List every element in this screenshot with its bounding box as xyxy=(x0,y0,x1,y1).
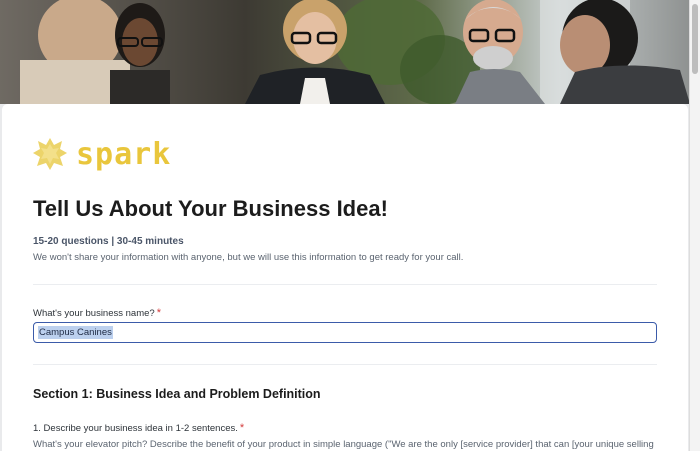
section-title: Section 1: Business Idea and Problem Def… xyxy=(33,387,321,401)
form-card: spark Tell Us About Your Business Idea! … xyxy=(2,104,688,451)
page-scrollbar[interactable] xyxy=(689,0,700,451)
header-banner-image xyxy=(0,0,700,104)
brand-wordmark: spark xyxy=(76,136,172,172)
form-duration: 15-20 questions | 30-45 minutes xyxy=(33,236,184,247)
brand-logo: spark xyxy=(32,134,171,174)
spark-logo-icon xyxy=(33,138,67,170)
scrollbar-thumb[interactable] xyxy=(692,4,698,74)
business-name-value: Campus Canines xyxy=(38,326,113,339)
business-name-input[interactable]: Campus Canines xyxy=(33,322,657,343)
business-name-label: What's your business name? * xyxy=(33,307,161,319)
form-title: Tell Us About Your Business Idea! xyxy=(33,196,388,221)
required-asterisk: * xyxy=(239,422,245,434)
required-asterisk: * xyxy=(156,307,161,319)
question-1-label: 1. Describe your business idea in 1-2 se… xyxy=(33,422,244,434)
divider xyxy=(33,364,657,365)
privacy-note: We won't share your information with any… xyxy=(33,252,464,263)
question-text: What's your business name? xyxy=(33,308,155,319)
divider xyxy=(33,284,657,285)
question-text: 1. Describe your business idea in 1-2 se… xyxy=(33,423,238,434)
question-1-help-text: What's your elevator pitch? Describe the… xyxy=(33,439,654,450)
